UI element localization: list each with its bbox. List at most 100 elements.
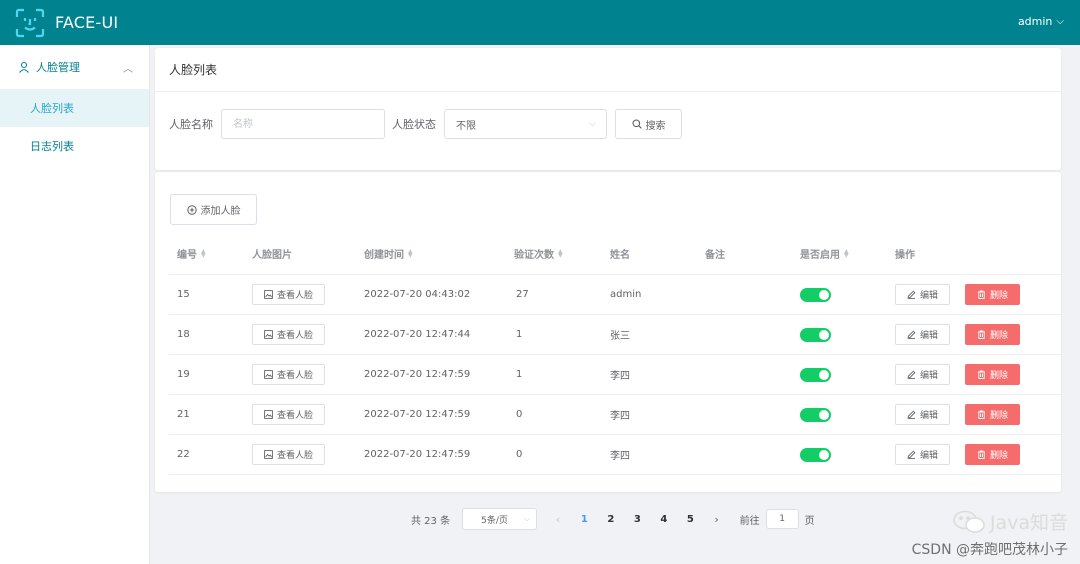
status-label: 人脸状态	[392, 118, 436, 131]
sort-icon: ▲ ▼	[558, 247, 563, 259]
column-enabled[interactable]: 是否启用 ▲ ▼	[800, 246, 849, 261]
trash-icon	[977, 370, 985, 379]
page-3-button[interactable]: 3	[624, 514, 651, 525]
edit-label: 编辑	[919, 331, 938, 341]
view-face-button[interactable]: 查看人脸	[252, 284, 325, 305]
sidebar-group-face-management[interactable]: 人脸管理 ︿	[0, 45, 149, 89]
wechat-icon	[953, 510, 985, 533]
view-face-button[interactable]: 查看人脸	[252, 364, 325, 385]
edit-label: 编辑	[919, 291, 938, 301]
column-count[interactable]: 验证次数 ▲ ▼	[514, 246, 563, 261]
cell-created: 2022-07-20 12:47:59	[364, 369, 470, 380]
add-face-button[interactable]: 添加人脸	[170, 194, 257, 225]
sidebar-item-face-list[interactable]: 人脸列表	[0, 89, 149, 127]
status-select[interactable]: 不限 ⌵	[444, 109, 607, 139]
created-value: 2022-07-20 12:47:59	[364, 409, 471, 420]
filter-card: 人脸列表 人脸名称 人脸状态 不限 ⌵ 搜索	[155, 48, 1061, 170]
count-value: 0	[516, 409, 523, 420]
trash-icon	[977, 410, 985, 419]
next-page-button[interactable]: ›	[704, 513, 730, 526]
trash-icon	[977, 450, 985, 459]
prev-page-button[interactable]: ‹	[545, 513, 571, 526]
delete-label: 删除	[989, 371, 1008, 381]
column-id[interactable]: 编号 ▲ ▼	[177, 246, 206, 261]
cell-id: 19	[177, 369, 190, 380]
page-1-button[interactable]: 1	[571, 514, 598, 525]
enabled-switch[interactable]	[800, 327, 831, 342]
watermark: Java知音 CSDN @奔跑吧茂林小子	[912, 508, 1068, 559]
user-name: admin	[1017, 15, 1053, 28]
column-label: 姓名	[610, 250, 630, 261]
page-title: 人脸列表	[155, 48, 1061, 92]
edit-button[interactable]: 编辑	[895, 444, 950, 465]
view-face-button[interactable]: 查看人脸	[252, 404, 325, 425]
page-5-button[interactable]: 5	[677, 514, 704, 525]
goto-prefix: 前往	[739, 515, 760, 527]
cell-count: 1	[516, 329, 522, 340]
sidebar-item-label: 日志列表	[30, 140, 74, 153]
id-value: 21	[177, 409, 190, 420]
delete-label: 删除	[989, 291, 1008, 301]
enabled-switch[interactable]	[800, 367, 831, 382]
cell-id: 21	[177, 409, 190, 420]
page-2-button[interactable]: 2	[598, 514, 625, 525]
top-header: FACE-UI admin ⌵	[0, 0, 1080, 45]
delete-button[interactable]: 删除	[965, 444, 1020, 465]
sort-icon: ▲ ▼	[844, 247, 849, 259]
name-value: 李四	[610, 411, 630, 422]
edit-button[interactable]: 编辑	[895, 364, 950, 385]
chevron-down-icon: ⌵	[524, 514, 531, 523]
logo: FACE-UI	[15, 8, 118, 38]
image-icon	[264, 410, 273, 419]
delete-button[interactable]: 删除	[965, 324, 1020, 345]
image-icon	[264, 330, 273, 339]
delete-button[interactable]: 删除	[965, 364, 1020, 385]
column-created[interactable]: 创建时间 ▲ ▼	[364, 246, 413, 261]
face-scan-icon	[15, 8, 45, 37]
edit-label: 编辑	[919, 451, 938, 461]
column-label: 备注	[705, 250, 725, 261]
total-count: 共 23 条	[411, 515, 451, 527]
goto-page-input[interactable]	[765, 509, 799, 529]
edit-button[interactable]: 编辑	[895, 324, 950, 345]
sidebar-item-log-list[interactable]: 日志列表	[0, 127, 149, 165]
watermark-text-1: Java知音	[989, 512, 1068, 534]
cell-count: 1	[516, 369, 522, 380]
column-actions: 操作	[895, 246, 915, 261]
table-header: 编号 ▲ ▼ 人脸图片 创建时间 ▲ ▼ 验证次数 ▲ ▼ 姓名 备注 是否启用 ▲ ▼ 操作	[169, 233, 1061, 275]
id-value: 19	[177, 369, 190, 380]
cell-name: 李四	[610, 367, 630, 382]
delete-button[interactable]: 删除	[965, 404, 1020, 425]
search-button[interactable]: 搜索	[615, 109, 682, 139]
delete-label: 删除	[989, 331, 1008, 341]
column-label: 人脸图片	[252, 250, 292, 261]
page-size-select[interactable]: 5条/页 ⌵	[462, 508, 538, 530]
edit-button[interactable]: 编辑	[895, 404, 950, 425]
view-face-button[interactable]: 查看人脸	[252, 444, 325, 465]
watermark-line-2: CSDN @奔跑吧茂林小子	[911, 542, 1068, 558]
name-value: 张三	[610, 331, 630, 342]
table-body: 15 查看人脸 2022-07-20 04:43:02 27 admin 编辑 删除 18 查看…	[169, 275, 1061, 475]
view-face-button[interactable]: 查看人脸	[252, 324, 325, 345]
cell-id: 22	[177, 449, 190, 460]
sort-icon: ▲ ▼	[201, 247, 206, 259]
edit-button[interactable]: 编辑	[895, 284, 950, 305]
page-4-button[interactable]: 4	[651, 514, 678, 525]
cell-count: 0	[516, 409, 522, 420]
sidebar-group-label: 人脸管理	[36, 61, 80, 74]
enabled-switch[interactable]	[800, 407, 831, 422]
id-value: 18	[177, 329, 190, 340]
delete-button[interactable]: 删除	[965, 284, 1020, 305]
enabled-switch[interactable]	[800, 287, 831, 302]
name-input[interactable]	[221, 109, 385, 139]
name-label: 人脸名称	[169, 118, 213, 131]
sidebar: 人脸管理 ︿ 人脸列表 日志列表	[0, 45, 150, 564]
enabled-switch[interactable]	[800, 447, 831, 462]
edit-icon	[907, 290, 916, 299]
edit-label: 编辑	[919, 411, 938, 421]
id-value: 15	[177, 289, 190, 300]
created-value: 2022-07-20 12:47:59	[364, 449, 471, 460]
column-remark: 备注	[705, 246, 725, 261]
column-image: 人脸图片	[252, 246, 292, 261]
user-menu[interactable]: admin ⌵	[1018, 15, 1064, 28]
